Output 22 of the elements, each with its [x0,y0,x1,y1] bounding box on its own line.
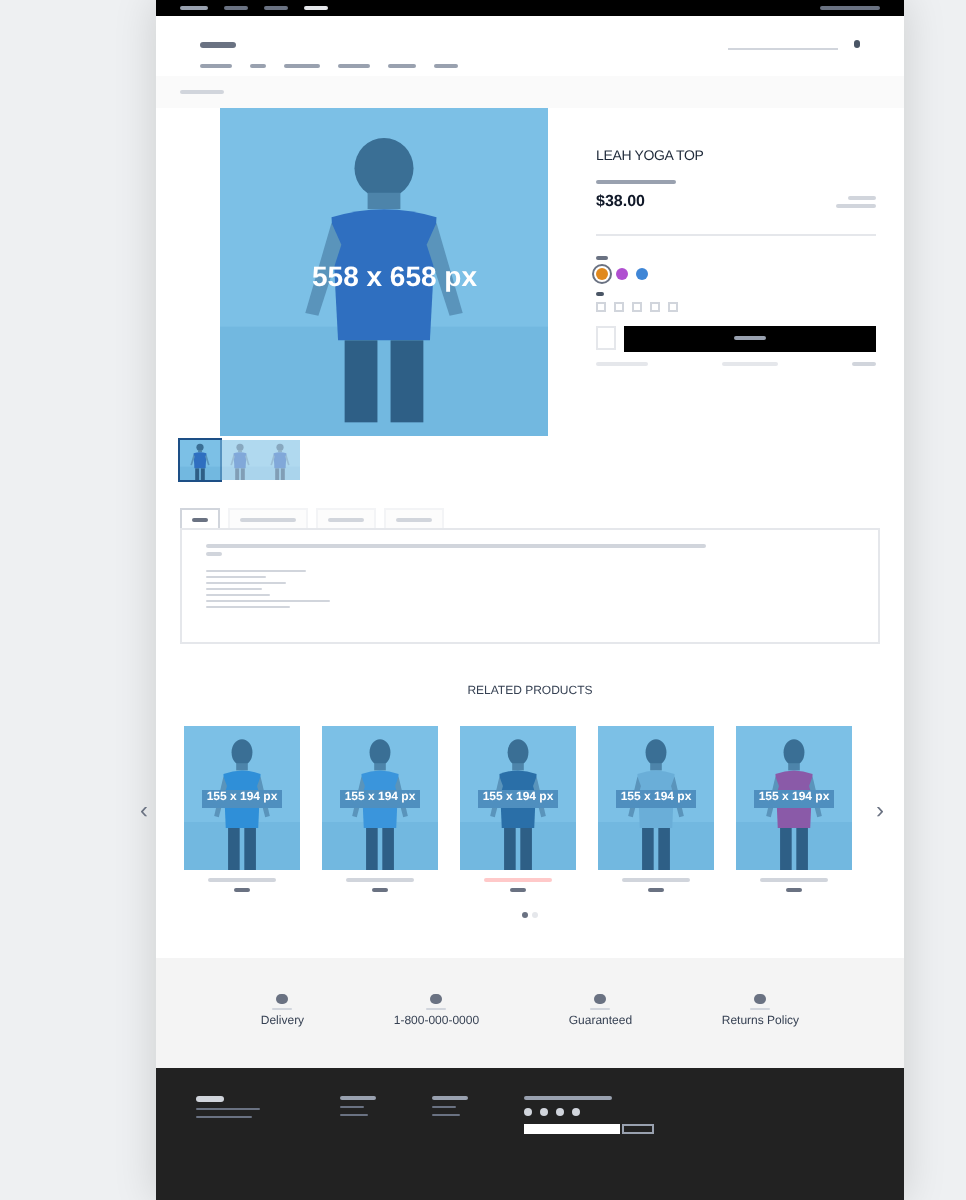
add-to-cart-button[interactable] [624,325,876,351]
blurred-text [200,41,236,47]
tab[interactable] [180,508,220,528]
thumbnail[interactable] [220,440,260,480]
product-price: $38.00 [596,189,645,213]
cart-icon[interactable] [854,40,860,48]
next-button[interactable]: › [864,791,896,827]
quantity-field[interactable] [596,326,616,350]
email-field[interactable] [524,1124,620,1134]
feature-icon [754,994,767,1004]
subscribe-button[interactable] [622,1124,654,1134]
feature-icon [430,994,443,1004]
thumbnail[interactable] [180,440,220,480]
feature-icon [594,994,607,1004]
blurred-text [196,1096,224,1102]
color-swatch[interactable] [596,267,608,279]
color-swatch[interactable] [616,267,628,279]
thumbnail[interactable] [260,440,300,480]
previous-button[interactable]: ‹ [128,791,160,827]
feature-icon [276,994,289,1004]
color-swatch[interactable] [636,267,648,279]
image-label: 558 x 658 px [312,258,478,296]
